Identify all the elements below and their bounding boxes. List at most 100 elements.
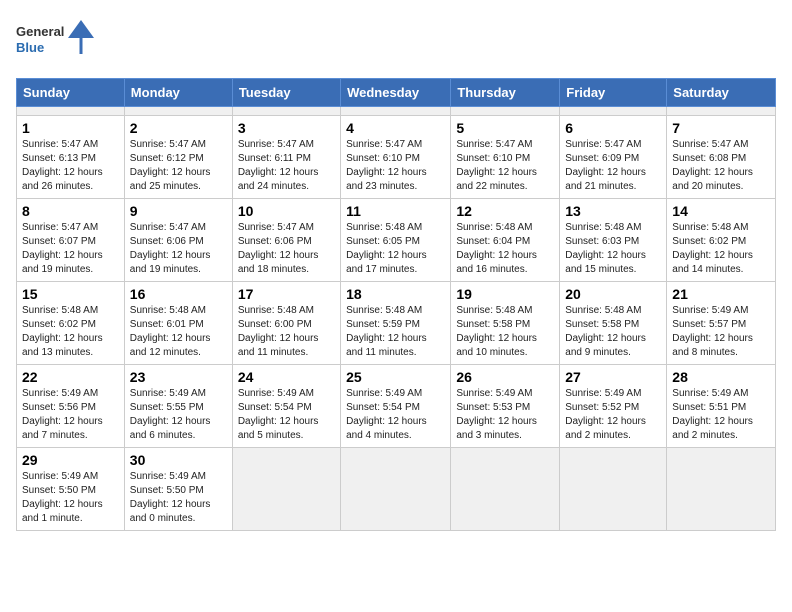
day-number: 10 xyxy=(238,203,335,219)
calendar-cell: 17Sunrise: 5:48 AMSunset: 6:00 PMDayligh… xyxy=(232,282,340,365)
calendar-cell: 11Sunrise: 5:48 AMSunset: 6:05 PMDayligh… xyxy=(341,199,451,282)
svg-text:General: General xyxy=(16,24,64,39)
calendar-cell: 5 Sunrise: 5:47 AMSunset: 6:10 PMDaylight… xyxy=(451,116,560,199)
calendar-cell xyxy=(232,107,340,116)
day-number: 26 xyxy=(456,369,554,385)
day-detail: Sunrise: 5:49 AMSunset: 5:55 PMDaylight:… xyxy=(130,387,227,443)
day-number: 9 xyxy=(130,203,227,219)
day-detail: Sunrise: 5:47 AMSunset: 6:09 PMDaylight:… xyxy=(565,138,661,194)
day-detail: Sunrise: 5:48 AMSunset: 6:02 PMDaylight:… xyxy=(22,304,119,360)
calendar-cell: 14 Sunrise: 5:48 AMSunset: 6:02 PMDayligh… xyxy=(667,199,776,282)
calendar-cell: 25 Sunrise: 5:49 AMSunset: 5:54 PMDayligh… xyxy=(341,365,451,448)
calendar-cell: 21Sunrise: 5:49 AMSunset: 5:57 PMDayligh… xyxy=(667,282,776,365)
header-day-monday: Monday xyxy=(124,79,232,107)
calendar-cell xyxy=(560,107,667,116)
day-detail: Sunrise: 5:48 AMSunset: 6:03 PMDaylight:… xyxy=(565,221,661,277)
week-row-4: 22 Sunrise: 5:49 AMSunset: 5:56 PMDayligh… xyxy=(17,365,776,448)
calendar-cell: 15 Sunrise: 5:48 AMSunset: 6:02 PMDayligh… xyxy=(17,282,125,365)
logo-text: General Blue xyxy=(16,16,96,66)
day-detail: Sunrise: 5:48 AMSunset: 5:58 PMDaylight:… xyxy=(565,304,661,360)
day-number: 14 xyxy=(672,203,770,219)
calendar-cell: 3 Sunrise: 5:47 AMSunset: 6:11 PMDaylight… xyxy=(232,116,340,199)
day-detail: Sunrise: 5:49 AMSunset: 5:53 PMDaylight:… xyxy=(456,387,554,443)
week-row-0 xyxy=(17,107,776,116)
day-number: 15 xyxy=(22,286,119,302)
calendar-cell: 8Sunrise: 5:47 AMSunset: 6:07 PMDaylight… xyxy=(17,199,125,282)
day-detail: Sunrise: 5:49 AMSunset: 5:52 PMDaylight:… xyxy=(565,387,661,443)
calendar-cell: 22 Sunrise: 5:49 AMSunset: 5:56 PMDayligh… xyxy=(17,365,125,448)
week-row-5: 29Sunrise: 5:49 AMSunset: 5:50 PMDayligh… xyxy=(17,448,776,531)
calendar-cell: 13 Sunrise: 5:48 AMSunset: 6:03 PMDayligh… xyxy=(560,199,667,282)
calendar-cell: 24 Sunrise: 5:49 AMSunset: 5:54 PMDayligh… xyxy=(232,365,340,448)
calendar-cell: 18Sunrise: 5:48 AMSunset: 5:59 PMDayligh… xyxy=(341,282,451,365)
calendar-cell: 27 Sunrise: 5:49 AMSunset: 5:52 PMDayligh… xyxy=(560,365,667,448)
day-number: 25 xyxy=(346,369,445,385)
day-detail: Sunrise: 5:48 AMSunset: 5:58 PMDaylight:… xyxy=(456,304,554,360)
day-number: 21 xyxy=(672,286,770,302)
day-number: 1 xyxy=(22,120,119,136)
header-day-thursday: Thursday xyxy=(451,79,560,107)
day-number: 27 xyxy=(565,369,661,385)
day-detail: Sunrise: 5:47 AMSunset: 6:06 PMDaylight:… xyxy=(130,221,227,277)
day-number: 30 xyxy=(130,452,227,468)
calendar-cell: 30Sunrise: 5:49 AMSunset: 5:50 PMDayligh… xyxy=(124,448,232,531)
calendar-cell xyxy=(341,107,451,116)
day-number: 18 xyxy=(346,286,445,302)
calendar-body: 1 Sunrise: 5:47 AMSunset: 6:13 PMDaylight… xyxy=(17,107,776,531)
week-row-1: 1 Sunrise: 5:47 AMSunset: 6:13 PMDaylight… xyxy=(17,116,776,199)
svg-text:Blue: Blue xyxy=(16,40,44,55)
calendar-cell: 19Sunrise: 5:48 AMSunset: 5:58 PMDayligh… xyxy=(451,282,560,365)
day-number: 16 xyxy=(130,286,227,302)
calendar-cell: 20Sunrise: 5:48 AMSunset: 5:58 PMDayligh… xyxy=(560,282,667,365)
calendar-cell: 12Sunrise: 5:48 AMSunset: 6:04 PMDayligh… xyxy=(451,199,560,282)
calendar-cell xyxy=(232,448,340,531)
day-detail: Sunrise: 5:47 AMSunset: 6:12 PMDaylight:… xyxy=(130,138,227,194)
day-number: 4 xyxy=(346,120,445,136)
day-number: 5 xyxy=(456,120,554,136)
calendar-cell xyxy=(124,107,232,116)
logo: General Blue xyxy=(16,16,96,66)
day-number: 24 xyxy=(238,369,335,385)
day-detail: Sunrise: 5:49 AMSunset: 5:51 PMDaylight:… xyxy=(672,387,770,443)
day-number: 13 xyxy=(565,203,661,219)
calendar-cell: 7 Sunrise: 5:47 AMSunset: 6:08 PMDaylight… xyxy=(667,116,776,199)
day-detail: Sunrise: 5:47 AMSunset: 6:06 PMDaylight:… xyxy=(238,221,335,277)
calendar-cell xyxy=(451,107,560,116)
calendar-cell xyxy=(341,448,451,531)
day-detail: Sunrise: 5:47 AMSunset: 6:10 PMDaylight:… xyxy=(346,138,445,194)
header-day-wednesday: Wednesday xyxy=(341,79,451,107)
day-detail: Sunrise: 5:48 AMSunset: 6:05 PMDaylight:… xyxy=(346,221,445,277)
calendar-table: SundayMondayTuesdayWednesdayThursdayFrid… xyxy=(16,78,776,531)
day-number: 7 xyxy=(672,120,770,136)
day-detail: Sunrise: 5:48 AMSunset: 6:02 PMDaylight:… xyxy=(672,221,770,277)
day-detail: Sunrise: 5:47 AMSunset: 6:08 PMDaylight:… xyxy=(672,138,770,194)
day-detail: Sunrise: 5:47 AMSunset: 6:11 PMDaylight:… xyxy=(238,138,335,194)
day-detail: Sunrise: 5:49 AMSunset: 5:54 PMDaylight:… xyxy=(346,387,445,443)
calendar-cell: 6 Sunrise: 5:47 AMSunset: 6:09 PMDaylight… xyxy=(560,116,667,199)
calendar-cell: 23 Sunrise: 5:49 AMSunset: 5:55 PMDayligh… xyxy=(124,365,232,448)
day-detail: Sunrise: 5:47 AMSunset: 6:10 PMDaylight:… xyxy=(456,138,554,194)
calendar-cell xyxy=(667,107,776,116)
calendar-cell xyxy=(17,107,125,116)
calendar-cell xyxy=(560,448,667,531)
header: General Blue xyxy=(16,16,776,66)
calendar-cell: 26 Sunrise: 5:49 AMSunset: 5:53 PMDayligh… xyxy=(451,365,560,448)
week-row-2: 8Sunrise: 5:47 AMSunset: 6:07 PMDaylight… xyxy=(17,199,776,282)
calendar-header-row: SundayMondayTuesdayWednesdayThursdayFrid… xyxy=(17,79,776,107)
calendar-cell: 10 Sunrise: 5:47 AMSunset: 6:06 PMDayligh… xyxy=(232,199,340,282)
day-number: 2 xyxy=(130,120,227,136)
day-number: 29 xyxy=(22,452,119,468)
header-day-friday: Friday xyxy=(560,79,667,107)
calendar-cell: 9 Sunrise: 5:47 AMSunset: 6:06 PMDaylight… xyxy=(124,199,232,282)
day-detail: Sunrise: 5:48 AMSunset: 6:01 PMDaylight:… xyxy=(130,304,227,360)
day-number: 22 xyxy=(22,369,119,385)
calendar-cell: 2 Sunrise: 5:47 AMSunset: 6:12 PMDaylight… xyxy=(124,116,232,199)
day-detail: Sunrise: 5:47 AMSunset: 6:13 PMDaylight:… xyxy=(22,138,119,194)
week-row-3: 15 Sunrise: 5:48 AMSunset: 6:02 PMDayligh… xyxy=(17,282,776,365)
day-number: 6 xyxy=(565,120,661,136)
day-detail: Sunrise: 5:49 AMSunset: 5:56 PMDaylight:… xyxy=(22,387,119,443)
calendar-cell: 16 Sunrise: 5:48 AMSunset: 6:01 PMDayligh… xyxy=(124,282,232,365)
day-number: 23 xyxy=(130,369,227,385)
day-number: 3 xyxy=(238,120,335,136)
day-detail: Sunrise: 5:49 AMSunset: 5:54 PMDaylight:… xyxy=(238,387,335,443)
